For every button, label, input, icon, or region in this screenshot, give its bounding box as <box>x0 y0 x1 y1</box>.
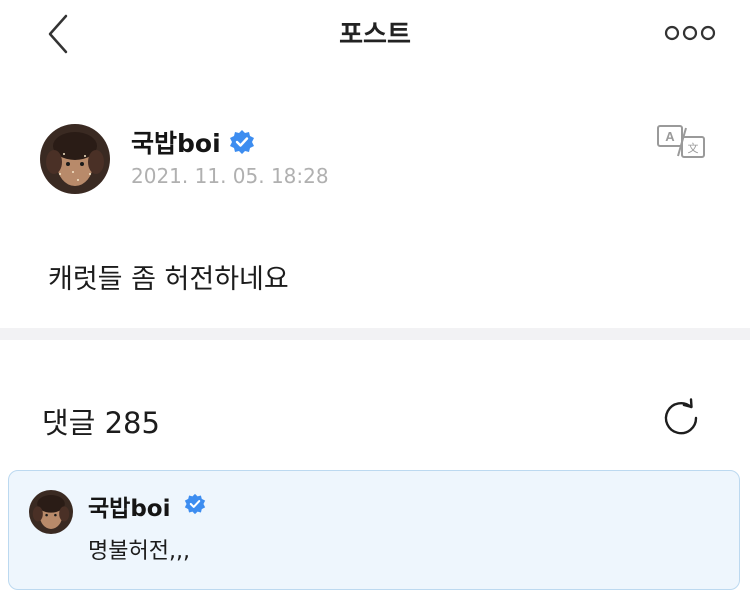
post-author-name[interactable]: 국밥boi <box>131 124 221 160</box>
author-avatar[interactable] <box>40 124 110 194</box>
comment-text: 명불허전,,, <box>88 539 190 564</box>
comments-count-heading: 댓글 285 <box>42 406 160 440</box>
verified-badge-icon <box>184 493 206 515</box>
top-bar: 포스트 <box>0 0 750 70</box>
svg-text:A: A <box>665 129 675 144</box>
comment-item[interactable]: 국밥boi 명불허전,,, <box>8 470 740 590</box>
refresh-comments-button[interactable] <box>660 398 704 438</box>
more-options-button[interactable] <box>660 20 720 46</box>
verified-badge-icon <box>230 130 254 154</box>
refresh-icon <box>664 398 698 435</box>
post-timestamp: 2021. 11. 05. 18:28 <box>131 164 329 188</box>
more-horizontal-icon <box>664 25 716 41</box>
translate-button[interactable]: A 文 <box>656 124 708 160</box>
section-divider <box>0 328 750 340</box>
page-title: 포스트 <box>339 20 411 50</box>
svg-text:文: 文 <box>688 141 699 155</box>
comment-author-avatar[interactable] <box>29 490 73 534</box>
translate-icon: A 文 <box>657 125 705 158</box>
comment-author-name[interactable]: 국밥boi <box>88 489 170 523</box>
post-content: 캐럿들 좀 허전하네요 <box>48 264 289 295</box>
